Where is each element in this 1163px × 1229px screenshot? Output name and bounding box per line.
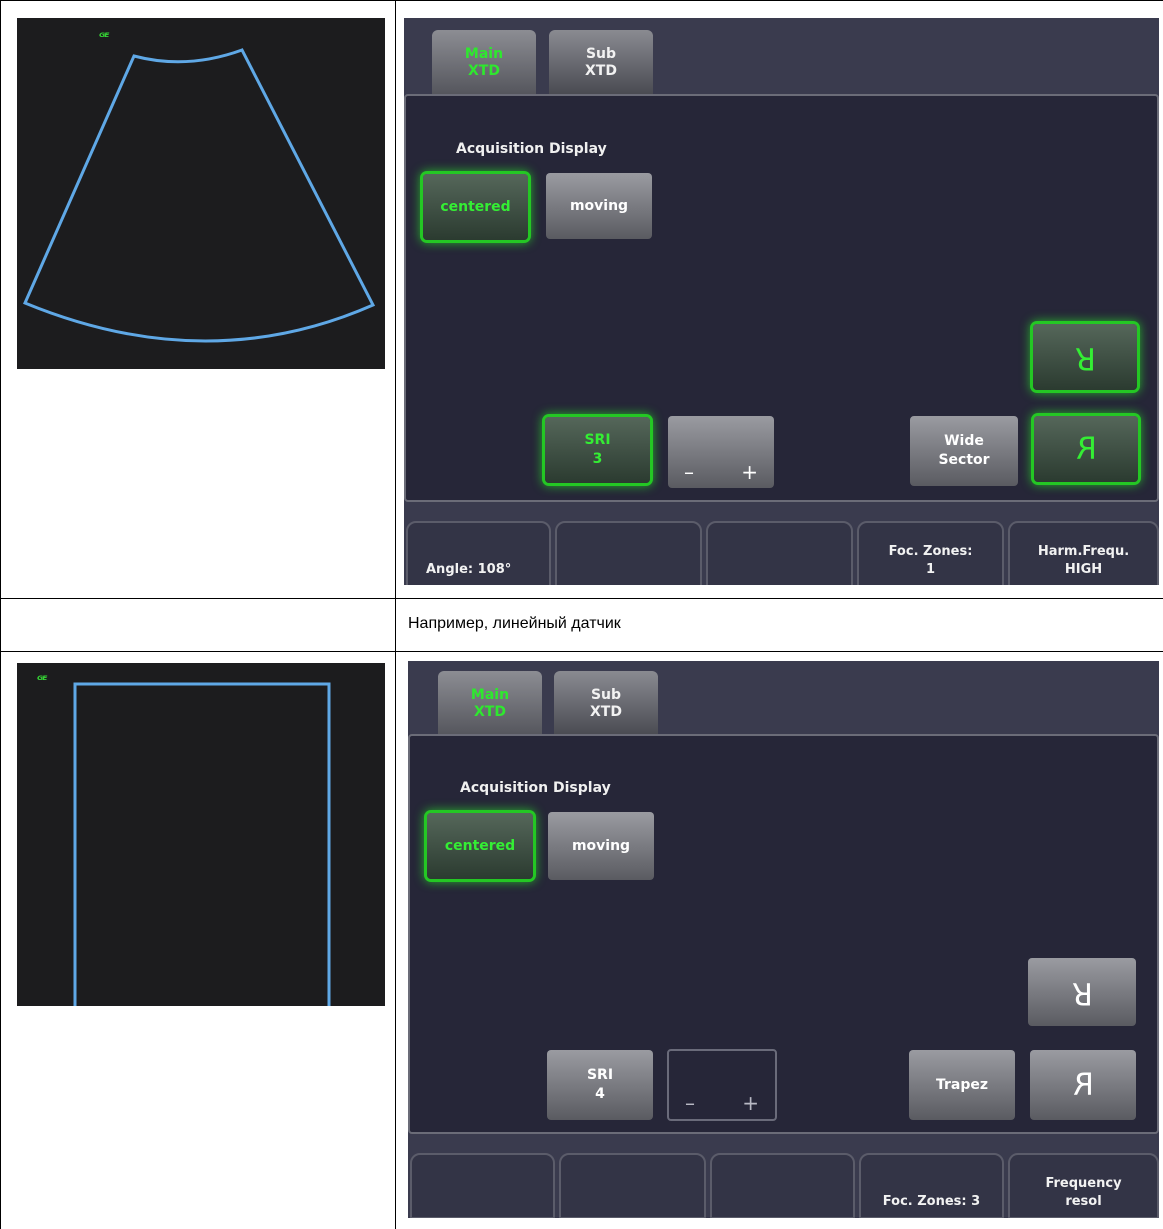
status-line2: resol	[1065, 1194, 1102, 1209]
status-line1: Harm.Frequ.	[1037, 544, 1130, 559]
flip-lr-icon: R	[1071, 974, 1093, 1010]
table-row-divider-2	[0, 651, 1163, 652]
linear-outline	[73, 682, 331, 1006]
touch-screen-2: Main XTD Sub XTD Acquisition Display cen…	[408, 661, 1159, 1218]
status-frequency: Frequency resol	[1008, 1153, 1159, 1218]
caption-text: Например, линейный датчик	[408, 615, 621, 632]
centered-button[interactable]: centered	[427, 813, 533, 879]
trapez-button[interactable]: Trapez	[909, 1050, 1015, 1120]
tab-main-xtd[interactable]: Main XTD	[432, 30, 536, 94]
sri-label: SRI	[584, 432, 611, 448]
flip-ud-icon: R	[1072, 1067, 1094, 1103]
sri-stepper[interactable]: – +	[668, 416, 774, 488]
minus-icon[interactable]: –	[684, 462, 694, 482]
sri-stepper[interactable]: – +	[667, 1049, 777, 1121]
tab-sub-xtd[interactable]: Sub XTD	[549, 30, 653, 94]
wide-sector-button[interactable]: Wide Sector	[910, 416, 1018, 486]
status-empty-1	[410, 1153, 555, 1218]
status-line1: Foc. Zones:	[888, 544, 973, 559]
flip-lr-icon: R	[1074, 339, 1096, 375]
status-empty-1	[555, 521, 702, 585]
status-line2: HIGH	[1064, 562, 1103, 577]
tab-label-line2: XTD	[585, 63, 617, 79]
status-empty-2	[706, 521, 853, 585]
flip-left-right-button[interactable]: R	[1033, 324, 1137, 390]
flip-up-down-button[interactable]: R	[1030, 1050, 1136, 1120]
minus-icon[interactable]: –	[685, 1093, 695, 1113]
sri-value: 4	[595, 1086, 605, 1102]
flip-up-down-button[interactable]: R	[1034, 416, 1138, 482]
status-empty-3	[710, 1153, 855, 1218]
tab-label-line1: Main	[470, 687, 510, 703]
tab-label-line1: Sub	[585, 46, 617, 62]
centered-button[interactable]: centered	[423, 174, 528, 240]
status-angle: Angle: 108°	[406, 521, 551, 585]
sector-outline	[23, 48, 376, 343]
plus-icon[interactable]: +	[741, 462, 758, 482]
linear-scan-image: ᴳᴱ	[17, 663, 385, 1006]
sector-scan-image: ᴳᴱ	[17, 18, 385, 369]
tab-label-line2: XTD	[474, 704, 506, 720]
sri-value: 3	[592, 451, 603, 467]
tab-label-line2: XTD	[468, 63, 500, 79]
status-line1: Frequency	[1045, 1176, 1122, 1191]
tab-label-line2: XTD	[590, 704, 622, 720]
flip-ud-icon: R	[1075, 431, 1097, 467]
document-table: ᴳᴱ Main XTD Sub XTD Acquisition Display …	[0, 0, 1163, 1229]
main-panel: Acquisition Display centered moving R SR…	[404, 94, 1159, 502]
tab-label-line1: Main	[464, 46, 504, 62]
sri-button[interactable]: SRI 4	[547, 1050, 653, 1120]
status-focal-zones: Foc. Zones: 3	[859, 1153, 1004, 1218]
status-line1: Foc. Zones: 3	[882, 1194, 981, 1209]
table-row-divider-1	[0, 598, 1163, 599]
tab-sub-xtd[interactable]: Sub XTD	[554, 671, 658, 735]
plus-icon[interactable]: +	[742, 1093, 759, 1113]
tab-main-xtd[interactable]: Main XTD	[438, 671, 542, 735]
status-line1: Angle: 108°	[426, 562, 512, 577]
sri-label: SRI	[586, 1067, 614, 1083]
status-harmonic-frequency: Harm.Frequ. HIGH	[1008, 521, 1159, 585]
tab-label-line1: Sub	[590, 687, 622, 703]
sri-button[interactable]: SRI 3	[545, 417, 650, 483]
main-panel: Acquisition Display centered moving R SR…	[408, 734, 1159, 1134]
acquisition-display-label: Acquisition Display	[456, 141, 607, 157]
acquisition-display-label: Acquisition Display	[460, 780, 611, 796]
table-border-left	[0, 0, 1, 1229]
moving-button[interactable]: moving	[546, 173, 652, 239]
moving-button[interactable]: moving	[548, 812, 654, 880]
table-border-top	[0, 0, 1163, 1]
wide-sector-line2: Sector	[938, 452, 990, 468]
touch-screen-1: Main XTD Sub XTD Acquisition Display cen…	[404, 18, 1159, 585]
table-column-divider	[395, 0, 396, 1229]
status-line2: 1	[925, 562, 936, 577]
wide-sector-line1: Wide	[944, 433, 984, 449]
status-empty-2	[559, 1153, 706, 1218]
status-focal-zones: Foc. Zones: 1	[857, 521, 1004, 585]
flip-left-right-button[interactable]: R	[1028, 958, 1136, 1026]
